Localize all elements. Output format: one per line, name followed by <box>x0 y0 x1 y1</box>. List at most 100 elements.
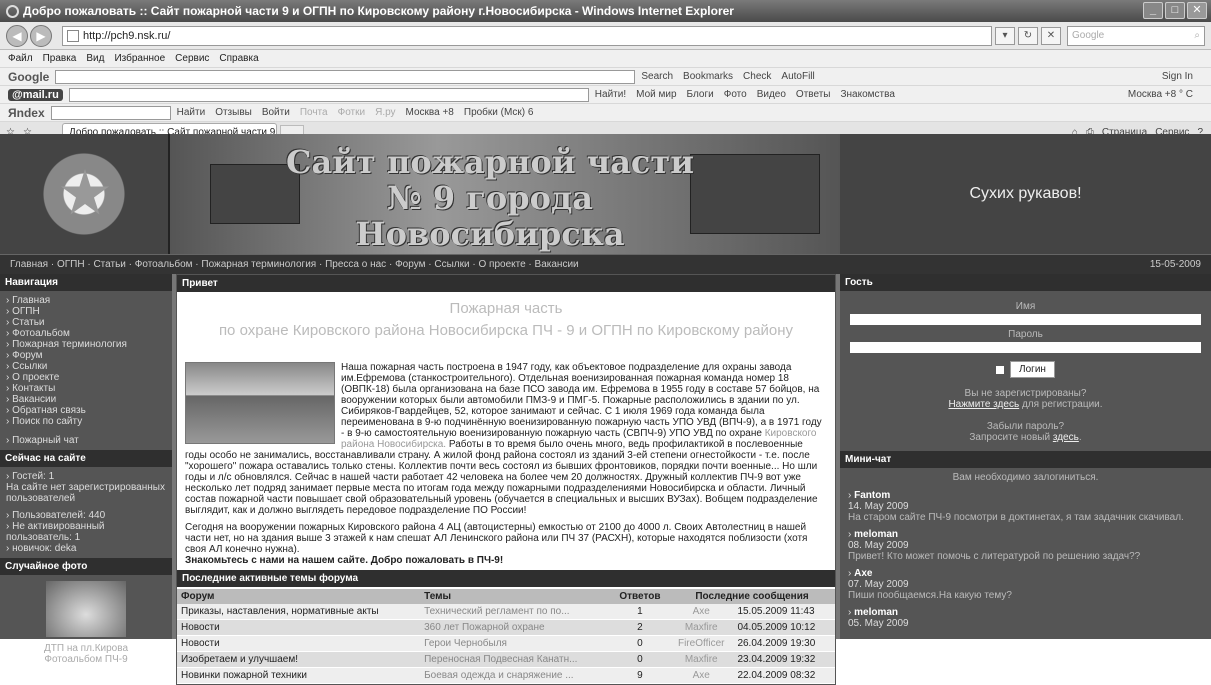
photo-caption[interactable]: ДТП на пл.Кирова <box>0 643 172 654</box>
topnav-link[interactable]: Пожарная терминология <box>201 259 316 270</box>
nav-item[interactable]: › Фотоальбом <box>6 328 166 339</box>
menu-item[interactable]: Сервис <box>175 53 209 64</box>
yandex-search-field[interactable] <box>50 105 171 120</box>
address-bar: ◀ ▶ http://pch9.nsk.ru/ ▾ ↻ ✕ Google ⌕ <box>0 22 1211 50</box>
online-inactive: › Не активированный пользователь: 1 <box>6 521 105 543</box>
fire-truck-image <box>690 154 820 234</box>
menu-item[interactable]: Файл <box>8 53 33 64</box>
refresh-icon[interactable]: ↻ <box>1018 26 1038 45</box>
nav-item-chat[interactable]: › Пожарный чат <box>6 435 166 446</box>
chat-message: › meloman 08. May 2009 Привет! Кто может п… <box>848 529 1141 562</box>
menu-item[interactable]: Правка <box>43 53 77 64</box>
close-button[interactable]: ✕ <box>1187 2 1207 19</box>
yandex-find-button[interactable]: Найти <box>177 107 206 118</box>
chat-message: › Fantom 14. May 2009 На старом сайте ПЧ-9… <box>848 490 1184 523</box>
menu-item[interactable]: Избранное <box>114 53 165 64</box>
menu-item[interactable]: Вид <box>86 53 104 64</box>
current-date: 15-05-2009 <box>1149 259 1201 270</box>
topnav-link[interactable]: О проекте <box>478 259 525 270</box>
google-search-button[interactable]: Search <box>641 71 673 82</box>
minichat-notice: Вам необходимо залогиниться. <box>952 472 1099 483</box>
nav-item[interactable]: › Пожарная терминология <box>6 339 166 350</box>
username-field[interactable] <box>850 314 1201 325</box>
yandex-link[interactable]: Фотки <box>338 107 366 118</box>
search-input[interactable]: Google ⌕ <box>1067 25 1205 46</box>
topnav-link[interactable]: Главная <box>10 259 48 270</box>
nav-item[interactable]: › Обратная связь <box>6 405 166 416</box>
forward-button[interactable]: ▶ <box>30 24 52 47</box>
topnav-link[interactable]: Статьи <box>93 259 125 270</box>
minichat-header: Мини-чат <box>840 451 1211 468</box>
mailru-link[interactable]: Блоги <box>687 89 714 100</box>
yandex-link[interactable]: Войти <box>262 107 290 118</box>
yandex-link[interactable]: Отзывы <box>215 107 252 118</box>
register-link[interactable]: Нажмите здесь <box>948 399 1019 410</box>
google-search-field[interactable] <box>55 69 636 84</box>
yandex-link[interactable]: Пробки (Мск) 6 <box>464 107 534 118</box>
nav-item[interactable]: › Статьи <box>6 317 166 328</box>
table-row[interactable]: Новости 360 лет Пожарной охране 2 Maxfire 04… <box>177 619 835 636</box>
table-row[interactable]: Приказы, наставления, нормативные акты Те… <box>177 604 835 620</box>
menu-bar: Файл Правка Вид Избранное Сервис Справка <box>0 50 1211 68</box>
mailru-link[interactable]: Знакомства <box>840 89 894 100</box>
online-newbie: › новичок: deka <box>6 543 77 554</box>
topnav-link[interactable]: Фотоальбом <box>135 259 193 270</box>
login-button[interactable]: Логин <box>1010 361 1055 378</box>
mailru-link[interactable]: Ответы <box>796 89 831 100</box>
chat-message: › meloman 05. May 2009 <box>848 607 909 629</box>
nav-item[interactable]: › Форум <box>6 350 166 361</box>
topnav-link[interactable]: Форум <box>395 259 425 270</box>
back-button[interactable]: ◀ <box>6 24 28 47</box>
site-banner: Сайт пожарной части № 9 города Новосибир… <box>0 134 1211 254</box>
table-row[interactable]: Новинки пожарной техники Боевая одежда и … <box>177 667 835 684</box>
nav-item[interactable]: › О проекте <box>6 372 166 383</box>
stop-icon[interactable]: ✕ <box>1041 26 1061 45</box>
yandex-link[interactable]: Москва +8 <box>406 107 454 118</box>
photo-album[interactable]: Фотоальбом ПЧ-9 <box>0 654 172 665</box>
mailru-search-field[interactable] <box>68 87 589 102</box>
nav-item[interactable]: › Ссылки <box>6 361 166 372</box>
topnav-link[interactable]: Ссылки <box>434 259 469 270</box>
nav-item[interactable]: › Поиск по сайту <box>6 416 166 427</box>
random-photo-image[interactable] <box>46 581 126 637</box>
remember-checkbox[interactable] <box>996 365 1005 374</box>
google-signin-button[interactable]: Sign In <box>1162 71 1193 82</box>
search-icon[interactable]: ⌕ <box>1194 27 1200 45</box>
window-titlebar: Добро пожаловать :: Сайт пожарной части … <box>0 0 1211 22</box>
url-text: http://pch9.nsk.ru/ <box>83 29 171 42</box>
mailru-link[interactable]: Фото <box>724 89 747 100</box>
equipment-summary: Сегодня на вооружении пожарных Кировског… <box>185 522 808 566</box>
topnav-link[interactable]: Пресса о нас <box>325 259 386 270</box>
page-icon <box>67 29 79 42</box>
forum-table: Форум Темы Ответов Последние сообщения П… <box>177 589 835 684</box>
mailru-link[interactable]: Мой мир <box>636 89 676 100</box>
topnav-link[interactable]: ОГПН <box>57 259 85 270</box>
yandex-link[interactable]: Я.ру <box>375 107 395 118</box>
mailru-search-button[interactable]: Найти! <box>595 89 626 100</box>
online-users: › Пользователей: 440 <box>6 510 106 521</box>
menu-item[interactable]: Справка <box>219 53 258 64</box>
maximize-button[interactable]: □ <box>1165 2 1185 19</box>
banner-image: Сайт пожарной части № 9 города Новосибир… <box>170 134 840 254</box>
table-row[interactable]: Новости Герои Чернобыля 0 FireOfficer 26.04.… <box>177 635 835 652</box>
google-bookmarks-button[interactable]: Bookmarks <box>683 71 733 82</box>
left-sidebar: Навигация › Главная › ОГПН › Статьи › Фо… <box>0 274 172 665</box>
password-field[interactable] <box>850 342 1201 353</box>
reset-password-link[interactable]: здесь <box>1053 432 1079 443</box>
google-autofill-button[interactable]: AutoFill <box>781 71 814 82</box>
dropdown-icon[interactable]: ▾ <box>995 26 1015 45</box>
mailru-link[interactable]: Видео <box>757 89 786 100</box>
yandex-link[interactable]: Почта <box>300 107 328 118</box>
banner-title: Сайт пожарной части № 9 города Новосибир… <box>286 143 694 254</box>
google-check-button[interactable]: Check <box>743 71 771 82</box>
nav-item[interactable]: › Контакты <box>6 383 166 394</box>
google-toolbar: Google Search Bookmarks Check AutoFill S… <box>0 68 1211 86</box>
url-field[interactable]: http://pch9.nsk.ru/ <box>62 25 992 46</box>
minimize-button[interactable]: _ <box>1143 2 1163 19</box>
mailru-weather[interactable]: Москва +8 ° C <box>1128 89 1193 100</box>
topnav-link[interactable]: Вакансии <box>535 259 579 270</box>
nav-item[interactable]: › Главная <box>6 295 166 306</box>
table-row[interactable]: Изобретаем и улучшаем! Переносная Подвесн… <box>177 651 835 668</box>
nav-item[interactable]: › Вакансии <box>6 394 166 405</box>
nav-item[interactable]: › ОГПН <box>6 306 166 317</box>
